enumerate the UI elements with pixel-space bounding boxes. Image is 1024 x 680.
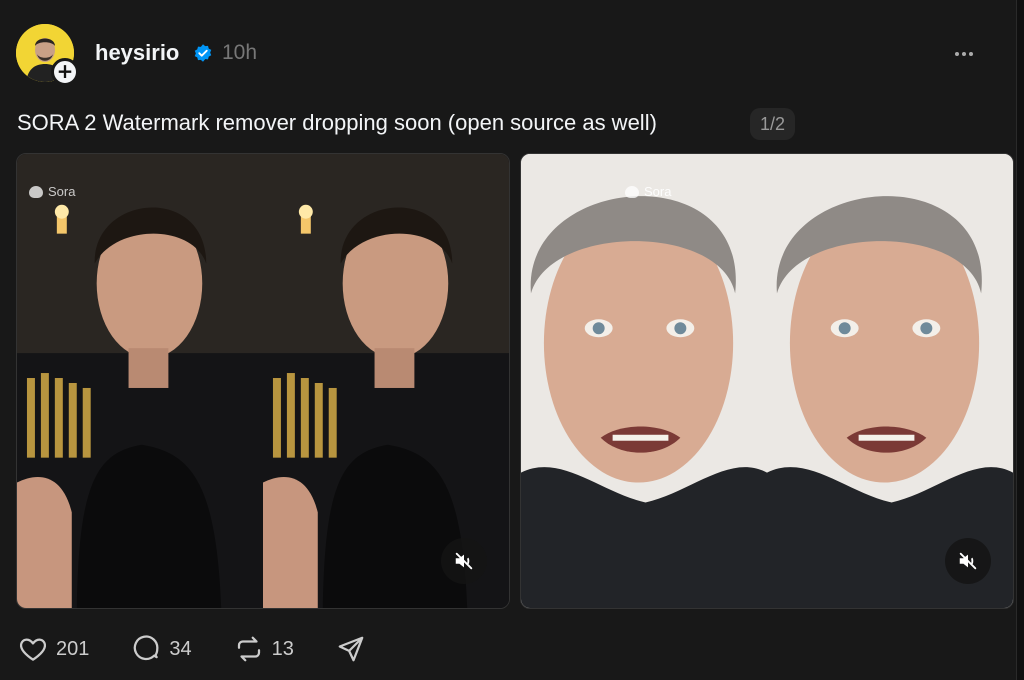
video-scene-keys: [17, 154, 263, 608]
share-button[interactable]: [336, 634, 366, 664]
comment-icon: [134, 635, 159, 661]
post-actions-bar: 201 34 13: [18, 634, 408, 664]
like-count: 201: [56, 637, 90, 660]
plus-icon: +: [56, 59, 74, 83]
more-options-button[interactable]: [950, 40, 978, 68]
video-scene-closeup: [521, 154, 767, 608]
video-frame-right: [767, 154, 1013, 608]
comment-button[interactable]: 34: [131, 634, 192, 664]
repost-icon: [237, 636, 260, 662]
sora-logo-icon: [625, 185, 639, 198]
sora-logo-icon: [29, 185, 43, 198]
post-timestamp: 10h: [222, 41, 258, 64]
media-video-2[interactable]: Sora: [520, 153, 1014, 609]
author-username[interactable]: heysirio: [95, 40, 179, 66]
verified-badge-icon: [194, 44, 212, 62]
more-icon: [955, 52, 959, 56]
media-page-indicator: 1/2: [750, 108, 796, 140]
media-video-1[interactable]: Sora: [16, 153, 510, 609]
video-frame-left: Sora: [521, 154, 767, 608]
repost-button[interactable]: 13: [234, 634, 294, 664]
sora-watermark: Sora: [625, 184, 671, 199]
follow-button[interactable]: +: [51, 58, 79, 86]
video-frame-left: Sora: [17, 154, 263, 608]
send-icon: [338, 636, 364, 662]
muted-speaker-icon: [959, 552, 977, 570]
sora-watermark: Sora: [29, 184, 75, 199]
mute-toggle-button[interactable]: [441, 538, 487, 584]
heart-icon: [19, 638, 47, 661]
video-frame-right: [263, 154, 509, 608]
like-button[interactable]: 201: [18, 634, 89, 664]
muted-speaker-icon: [455, 552, 473, 570]
post-text: SORA 2 Watermark remover dropping soon (…: [17, 110, 657, 135]
comment-count: 34: [169, 637, 192, 660]
window-edge: [1016, 0, 1024, 680]
repost-count: 13: [271, 637, 294, 660]
mute-toggle-button[interactable]: [945, 538, 991, 584]
